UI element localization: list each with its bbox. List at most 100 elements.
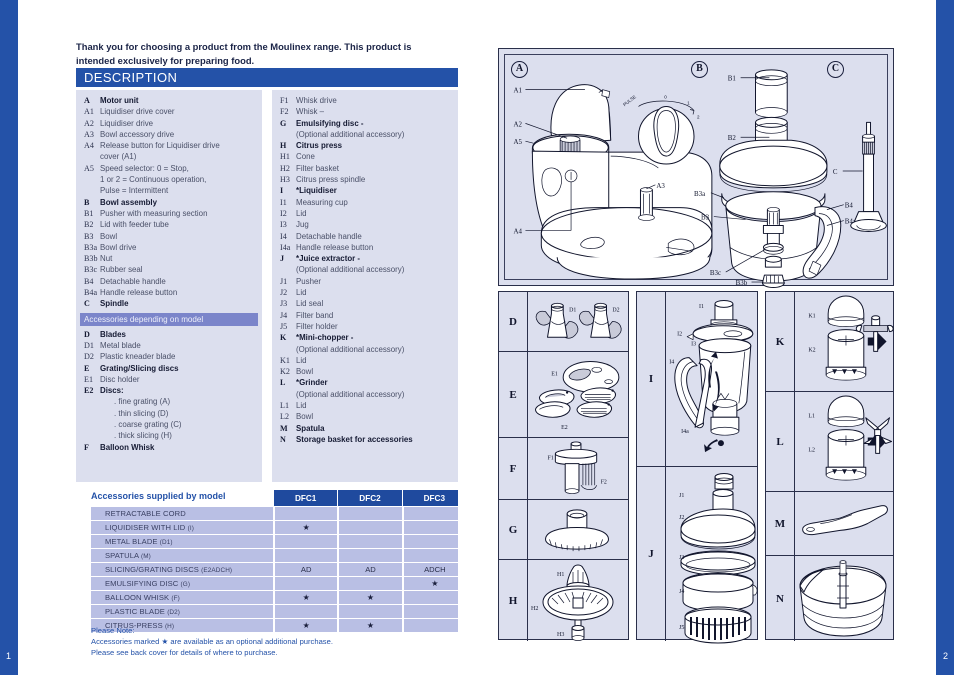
description-list-box: A Motor unit A1 Liquidiser drive cover A2 Liq… [76, 90, 458, 482]
mini-chopper-drawing: K1 K2 [794, 292, 894, 391]
figure-cell-h: H H1 H2 H3 [499, 560, 628, 641]
dial-label-1: 1 [687, 101, 690, 106]
description-item: A2 Liquidiser drive [80, 118, 258, 129]
description-item: B Bowl assembly [80, 197, 258, 208]
figure-cell-key-d: D [499, 292, 528, 351]
description-item-key: B3b [84, 254, 98, 264]
figure-cell-l: L L1 L2 [766, 392, 893, 492]
please-note-block: Please Note: Accessories marked ★ are av… [91, 625, 451, 658]
dial-label-0: 0 [664, 95, 667, 100]
description-item-text: Handle release button [100, 288, 178, 298]
figure-grid-left: D D1 D2 E E1 E2 F F1 F2 G H H1 H2 H3 [498, 291, 629, 641]
label-a5: A5 [514, 138, 523, 146]
description-item: B3b Nut [80, 253, 258, 264]
description-item-key: B3c [84, 265, 98, 275]
supply-cell: ★ [273, 591, 338, 604]
svg-text:K2: K2 [808, 347, 815, 353]
description-item-text: Pusher [296, 276, 322, 286]
description-item: A1 Liquidiser drive cover [80, 106, 258, 117]
description-item-key: B3a [84, 242, 98, 252]
svg-text:E1: E1 [551, 372, 558, 378]
juice-extractor-drawing: J1 J2 J3 J4 J5 [665, 467, 758, 644]
description-item-text: Grating/Slicing discs [100, 363, 179, 373]
label-b3b: B3b [736, 279, 748, 287]
description-item: J4 Filter band [276, 310, 454, 321]
svg-text:I1: I1 [699, 304, 704, 310]
description-item: I3 Jug [276, 219, 454, 230]
figure-cell-n: N [766, 556, 893, 641]
svg-text:F2: F2 [601, 479, 607, 485]
figure-cell-k: K K1 K2 [766, 292, 894, 392]
description-item-key: L2 [280, 412, 289, 422]
description-item-text: Bowl [296, 412, 314, 422]
description-item-text: Spatula [296, 423, 325, 433]
svg-text:J3: J3 [679, 555, 684, 561]
description-item-key: H3 [280, 175, 290, 185]
description-item-key: B2 [84, 220, 94, 230]
label-c: C [833, 168, 838, 176]
supply-cell: AD [273, 563, 338, 576]
description-item: I2 Lid [276, 208, 454, 219]
description-item-key: J3 [280, 299, 288, 309]
right-page-edge-bar [936, 0, 954, 675]
figure-top-lineart: A1 A2 A5 A3 A4 PULSE 0 1 2 B1 B2 B3a B3 … [514, 69, 887, 288]
description-item-key: D [84, 329, 90, 339]
svg-text:D1: D1 [569, 308, 576, 314]
description-item-key: E2 [84, 386, 94, 396]
description-item-key: M [280, 423, 288, 433]
description-item-text: Plastic kneader blade [100, 352, 176, 362]
description-item-text: Motor unit [100, 96, 139, 105]
description-item-text: Liquidiser drive cover [100, 107, 175, 117]
description-item-key [80, 419, 100, 430]
description-item-key: J5 [280, 321, 288, 331]
table-row: EMULSIFYING DISC (G) ★ [91, 577, 466, 590]
description-section-header: DESCRIPTION [76, 68, 458, 87]
table-row: SPATULA (M) [91, 549, 466, 562]
supply-cell: AD [337, 563, 402, 576]
supply-table-model-header: DFC3 [401, 490, 466, 506]
description-item: J1 Pusher [276, 276, 454, 287]
supply-table-body: RETRACTABLE CORD LIQUIDISER WITH LID (I)… [91, 507, 466, 632]
description-item: B4a Handle release button [80, 287, 258, 298]
supply-cell: ★ [273, 521, 338, 534]
supply-cell [273, 549, 338, 562]
figure-grid-right: K K1 K2 L L1 L2 M N [765, 291, 894, 641]
description-item-key: E1 [84, 374, 93, 384]
description-item-key: J4 [280, 310, 288, 320]
svg-text:E2: E2 [561, 425, 568, 431]
figure-cell-d: D D1 D2 [499, 292, 628, 352]
supply-cell [337, 521, 402, 534]
description-item: H3 Citrus press spindle [276, 174, 454, 185]
table-row: METAL BLADE (D1) [91, 535, 466, 548]
description-item: K *Mini-chopper - (Optional additional acc… [276, 332, 454, 355]
description-item-text: *Mini-chopper - (Optional additional acce… [296, 333, 405, 354]
description-item: . fine grating (A) [80, 396, 258, 407]
figure-cell-key-e: E [499, 352, 528, 437]
description-item: . thin slicing (D) [80, 408, 258, 419]
description-item: E Grating/Slicing discs [80, 363, 258, 374]
supply-cell [273, 605, 338, 618]
figure-cell-key-i: I [637, 292, 666, 466]
table-row: RETRACTABLE CORD [91, 507, 466, 520]
description-item: J5 Filter holder [276, 321, 454, 332]
svg-text:H3: H3 [557, 632, 564, 638]
table-row: PLASTIC BLADE (D2) [91, 605, 466, 618]
description-item-key: N [280, 434, 286, 444]
description-item-text: Release button for Liquidiser drive cover… [100, 141, 220, 162]
description-item-key: D1 [84, 340, 94, 350]
supply-row-label: SPATULA (M) [91, 549, 273, 562]
description-item-text: . coarse grating (C) [114, 420, 182, 430]
svg-text:J5: J5 [679, 625, 684, 631]
description-item: B3c Rubber seal [80, 264, 258, 275]
figure-cell-m: M [766, 492, 893, 556]
supply-cell [273, 507, 338, 520]
description-item-key: K [280, 333, 287, 343]
description-item: B3a Bowl drive [80, 242, 258, 253]
bowl-assembly-drawing [719, 69, 842, 288]
label-b3c: B3c [710, 269, 721, 277]
label-b4: B4 [845, 202, 854, 210]
description-item-key: J2 [280, 288, 288, 298]
description-item-key: I [280, 186, 284, 196]
figure-cell-g: G [499, 500, 628, 560]
supply-table-title: Accessories supplied by model [91, 491, 226, 501]
